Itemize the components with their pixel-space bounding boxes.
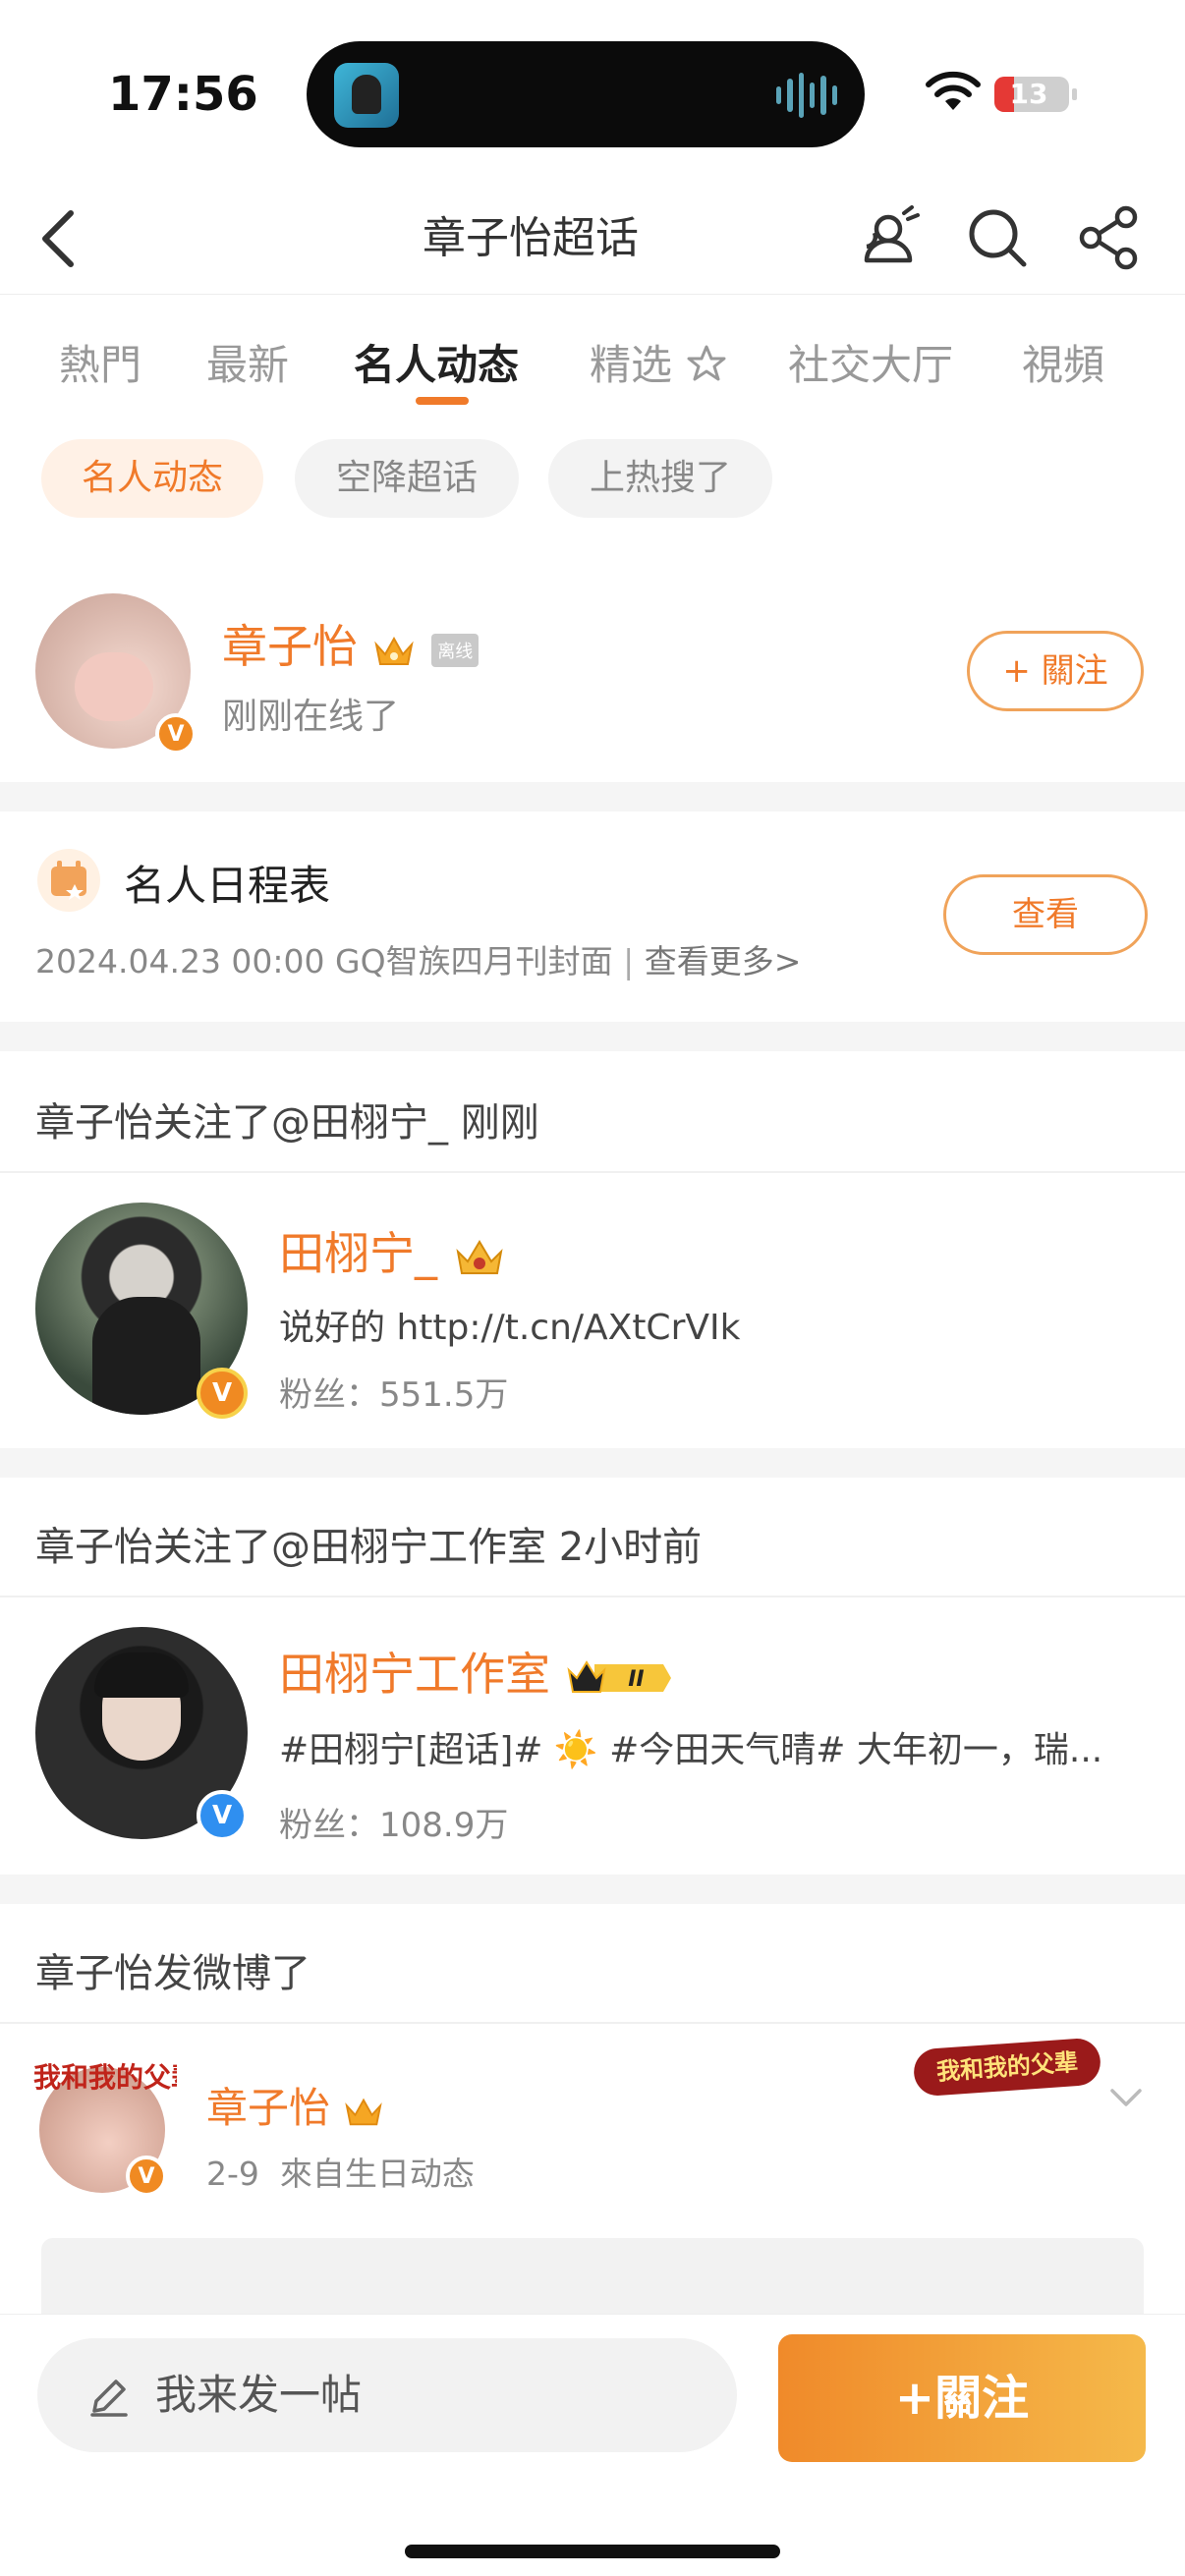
status-bar: 17:56 13 bbox=[0, 0, 1185, 182]
divider bbox=[0, 2022, 1185, 2024]
audio-waveform-icon bbox=[776, 71, 837, 120]
tab-videos[interactable]: 視頻 bbox=[1022, 332, 1104, 392]
view-schedule-button[interactable]: 查看 bbox=[943, 874, 1148, 955]
now-playing-thumbnail bbox=[334, 63, 399, 128]
chevron-down-icon[interactable] bbox=[1106, 2083, 1146, 2112]
divider bbox=[0, 1171, 1185, 1173]
avatar-frame-banner: 我和我的父辈 bbox=[33, 2061, 177, 2094]
chip-celebrity-updates[interactable]: 名人动态 bbox=[41, 439, 263, 518]
post-meta: 2-9 來自生日动态 bbox=[206, 2155, 475, 2193]
battery-level: 13 bbox=[1009, 78, 1048, 110]
online-status: 刚刚在线了 bbox=[222, 697, 400, 737]
verified-badge-icon: V bbox=[197, 1790, 248, 1841]
tab-featured[interactable]: 精选 bbox=[590, 332, 728, 392]
active-tab-indicator bbox=[416, 397, 469, 405]
chip-airdrop-topics[interactable]: 空降超话 bbox=[295, 439, 519, 518]
compose-placeholder: 我来发一帖 bbox=[155, 2371, 363, 2419]
home-indicator bbox=[405, 2545, 780, 2558]
tab-social-hall[interactable]: 社交大厅 bbox=[788, 332, 953, 392]
activity-header: 章子怡关注了@田栩宁_ 刚刚 bbox=[35, 1100, 539, 1146]
studio-level-badge: II bbox=[628, 1667, 645, 1692]
schedule-event: 2024.04.23 00:00 GQ智族四月刊封面 bbox=[35, 942, 613, 980]
pen-icon bbox=[90, 2380, 128, 2417]
verified-badge-icon: V bbox=[197, 1368, 248, 1419]
activity-header: 章子怡发微博了 bbox=[35, 1951, 310, 1996]
divider bbox=[0, 1596, 1185, 1597]
topic-header: 章子怡超话 bbox=[0, 182, 1185, 295]
crown-level-icon bbox=[567, 1659, 671, 1693]
followed-studio-name-text: 田栩宁工作室 bbox=[279, 1648, 550, 1701]
celebrity-name-text: 章子怡 bbox=[222, 620, 358, 673]
schedule-title: 名人日程表 bbox=[124, 862, 331, 910]
card-decoration-badge: 我和我的父辈 bbox=[912, 2037, 1102, 2098]
schedule-detail: 2024.04.23 00:00 GQ智族四月刊封面 | 查看更多> bbox=[35, 942, 802, 980]
followed-user-name[interactable]: 田栩宁_ bbox=[279, 1218, 507, 1283]
crown-icon bbox=[345, 2098, 383, 2125]
tab-hot[interactable]: 熱門 bbox=[59, 332, 141, 392]
section-gap bbox=[0, 782, 1185, 812]
crown-icon bbox=[373, 636, 414, 665]
wifi-icon bbox=[926, 71, 981, 110]
status-time: 17:56 bbox=[108, 67, 258, 122]
activity-header: 章子怡关注了@田栩宁工作室 2小时前 bbox=[35, 1525, 703, 1570]
verified-badge-icon: V bbox=[155, 713, 197, 755]
followed-user-name-text: 田栩宁_ bbox=[279, 1227, 437, 1280]
share-icon[interactable] bbox=[1075, 203, 1144, 272]
compose-post-button[interactable]: 我来发一帖 bbox=[37, 2338, 737, 2452]
follow-topic-button[interactable]: +關注 bbox=[778, 2334, 1146, 2462]
search-icon[interactable] bbox=[963, 203, 1032, 272]
verified-badge-icon: V bbox=[126, 2156, 167, 2197]
calendar-star-icon bbox=[37, 849, 100, 912]
page-title: 章子怡超话 bbox=[423, 213, 639, 263]
chip-trending[interactable]: 上热搜了 bbox=[548, 439, 772, 518]
crown-icon bbox=[456, 1239, 503, 1274]
followed-user-fans: 粉丝：551.5万 bbox=[279, 1375, 509, 1415]
post-author-name[interactable]: 章子怡 bbox=[206, 2075, 384, 2135]
section-gap bbox=[0, 1875, 1185, 1904]
tab-celebrity-updates[interactable]: 名人动态 bbox=[354, 332, 519, 392]
topic-tabs: 熱門 最新 名人动态 精选 社交大厅 視頻 bbox=[0, 295, 1185, 413]
celebrity-name[interactable]: 章子怡 离线 bbox=[222, 611, 480, 676]
back-icon[interactable] bbox=[29, 199, 88, 278]
followed-studio-name[interactable]: 田栩宁工作室 II bbox=[279, 1639, 704, 1704]
followed-studio-bio: #田栩宁[超话]# ☀️ #今田天气晴# 大年初一，瑞... bbox=[279, 1730, 1103, 1770]
tab-latest[interactable]: 最新 bbox=[206, 332, 289, 392]
follow-celebrity-button[interactable]: + 關注 bbox=[967, 631, 1144, 711]
section-gap bbox=[0, 1022, 1185, 1051]
avatar-frame-text: 我和我的父辈 bbox=[33, 2061, 177, 2094]
schedule-more-link[interactable]: 查看更多> bbox=[645, 942, 802, 980]
bottom-action-bar: 我来发一帖 +關注 bbox=[0, 2314, 1185, 2576]
battery-icon: 13 bbox=[994, 77, 1077, 112]
group-chat-icon[interactable] bbox=[853, 203, 922, 272]
followed-studio-fans: 粉丝：108.9万 bbox=[279, 1806, 509, 1845]
offline-badge: 离线 bbox=[431, 633, 480, 667]
tab-featured-label: 精选 bbox=[590, 341, 673, 389]
followed-user-bio: 说好的 http://t.cn/AXtCrVIk bbox=[279, 1308, 741, 1348]
star-badge-icon bbox=[687, 345, 726, 381]
post-author-name-text: 章子怡 bbox=[206, 2084, 331, 2132]
dynamic-island[interactable] bbox=[307, 41, 865, 147]
section-gap bbox=[0, 1448, 1185, 1478]
